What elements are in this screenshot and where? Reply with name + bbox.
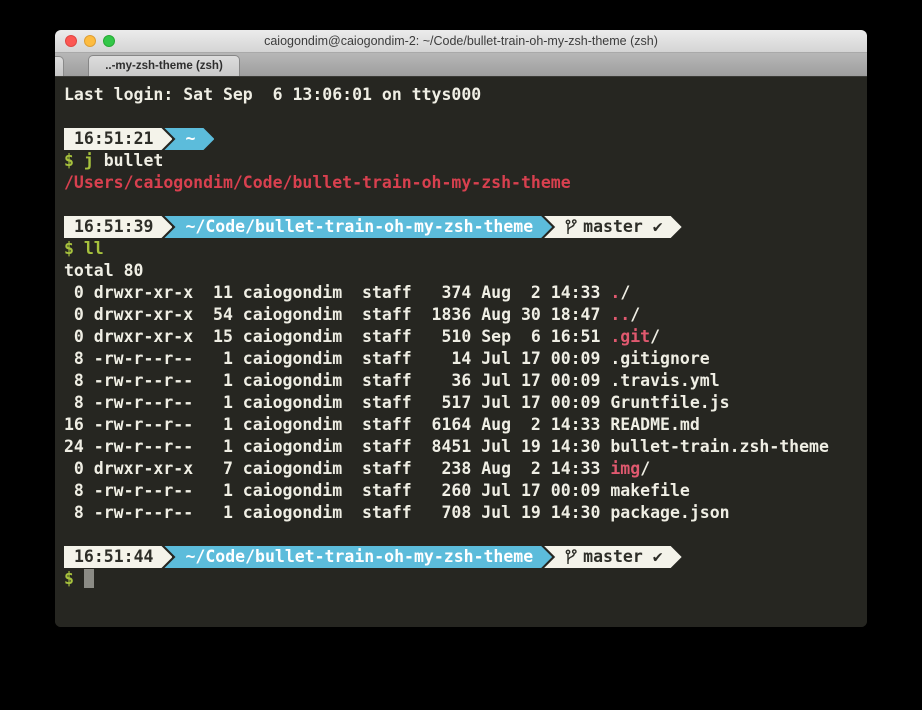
git-clean-check: ✔ [653, 217, 663, 236]
ls-row-meta: 8 -rw-r--r-- 1 caiogondim staff 517 Jul … [64, 393, 610, 412]
prompt-line: 16:51:21~ [64, 128, 867, 150]
ls-file-name: makefile [610, 481, 689, 500]
terminal-content[interactable]: Last login: Sat Sep 6 13:06:01 on ttys00… [55, 77, 867, 627]
prompt-time-segment: 16:51:44 [64, 546, 172, 568]
ls-row-meta: 8 -rw-r--r-- 1 caiogondim staff 14 Jul 1… [64, 349, 610, 368]
ls-row-meta: 0 drwxr-xr-x 15 caiogondim staff 510 Sep… [64, 327, 610, 346]
terminal-text: total 80 [64, 261, 143, 280]
ls-row-meta: 16 -rw-r--r-- 1 caiogondim staff 6164 Au… [64, 415, 610, 434]
ls-dir-indicator: / [620, 283, 630, 302]
ls-row-meta: 0 drwxr-xr-x 54 caiogondim staff 1836 Au… [64, 305, 610, 324]
command-text: ll [84, 239, 104, 258]
ls-row-meta: 8 -rw-r--r-- 1 caiogondim staff 260 Jul … [64, 481, 610, 500]
git-branch-icon [565, 219, 577, 235]
command-output-line: /Users/caiogondim/Code/bullet-train-oh-m… [64, 172, 867, 194]
ls-row-meta: 0 drwxr-xr-x 11 caiogondim staff 374 Aug… [64, 283, 610, 302]
git-branch-icon [565, 549, 577, 565]
ls-file-name: . [610, 283, 620, 302]
prompt-char: $ [64, 239, 84, 258]
blank-line [64, 524, 867, 546]
ls-row-meta: 8 -rw-r--r-- 1 caiogondim staff 36 Jul 1… [64, 371, 610, 390]
ls-row: 8 -rw-r--r-- 1 caiogondim staff 14 Jul 1… [64, 348, 867, 370]
window-title: caiogondim@caiogondim-2: ~/Code/bullet-t… [55, 34, 867, 48]
terminal-text-line: Last login: Sat Sep 6 13:06:01 on ttys00… [64, 84, 867, 106]
ls-row: 0 drwxr-xr-x 15 caiogondim staff 510 Sep… [64, 326, 867, 348]
terminal-text: Last login: Sat Sep 6 13:06:01 on ttys00… [64, 85, 481, 104]
ls-file-name: .. [610, 305, 630, 324]
prompt-time-segment: 16:51:39 [64, 216, 172, 238]
prompt-char: $ [64, 151, 84, 170]
title-bar[interactable]: caiogondim@caiogondim-2: ~/Code/bullet-t… [55, 30, 867, 53]
ls-file-name: .git [610, 327, 650, 346]
prompt-time-segment: 16:51:21 [64, 128, 172, 150]
ls-file-name: README.md [610, 415, 699, 434]
ls-row-meta: 24 -rw-r--r-- 1 caiogondim staff 8451 Ju… [64, 437, 610, 456]
terminal-cursor [84, 569, 94, 588]
ls-dir-indicator: / [650, 327, 660, 346]
ls-row: 8 -rw-r--r-- 1 caiogondim staff 708 Jul … [64, 502, 867, 524]
active-command-line: $ [64, 568, 867, 590]
zoom-button[interactable] [103, 35, 115, 47]
traffic-lights [65, 35, 115, 47]
prompt-dir-segment: ~/Code/bullet-train-oh-my-zsh-theme [164, 546, 552, 568]
close-button[interactable] [65, 35, 77, 47]
output-path-text: /Users/caiogondim/Code/bullet-train-oh-m… [64, 173, 571, 192]
blank-line [64, 194, 867, 216]
ls-row: 16 -rw-r--r-- 1 caiogondim staff 6164 Au… [64, 414, 867, 436]
git-branch-name: master [583, 217, 653, 236]
command-line: $ ll [64, 238, 867, 260]
ls-file-name: bullet-train.zsh-theme [610, 437, 829, 456]
prompt-dir-segment: ~/Code/bullet-train-oh-my-zsh-theme [164, 216, 552, 238]
ls-row: 0 drwxr-xr-x 7 caiogondim staff 238 Aug … [64, 458, 867, 480]
ls-row: 0 drwxr-xr-x 11 caiogondim staff 374 Aug… [64, 282, 867, 304]
command-args: bullet [94, 151, 164, 170]
ls-row: 8 -rw-r--r-- 1 caiogondim staff 260 Jul … [64, 480, 867, 502]
ls-file-name: .travis.yml [610, 371, 719, 390]
command-text: j [84, 151, 94, 170]
ls-dir-indicator: / [640, 459, 650, 478]
tab-zsh[interactable]: ..-my-zsh-theme (zsh) [88, 55, 240, 76]
ls-file-name: img [610, 459, 640, 478]
git-branch-name: master [583, 547, 653, 566]
ls-file-name: .gitignore [610, 349, 709, 368]
ls-dir-indicator: / [630, 305, 640, 324]
command-line: $ j bullet [64, 150, 867, 172]
tab-bar: ..-my-zsh-theme (zsh) [55, 53, 867, 77]
ls-file-name: Gruntfile.js [610, 393, 729, 412]
git-clean-check: ✔ [653, 547, 663, 566]
tab-label: ..-my-zsh-theme (zsh) [105, 60, 223, 72]
blank-line [64, 106, 867, 128]
prompt-git-segment: master ✔ [544, 546, 681, 568]
minimize-button[interactable] [84, 35, 96, 47]
tab-strip-edge [55, 56, 64, 76]
ls-row: 0 drwxr-xr-x 54 caiogondim staff 1836 Au… [64, 304, 867, 326]
prompt-line: 16:51:39~/Code/bullet-train-oh-my-zsh-th… [64, 216, 867, 238]
prompt-git-segment: master ✔ [544, 216, 681, 238]
ls-row: 8 -rw-r--r-- 1 caiogondim staff 36 Jul 1… [64, 370, 867, 392]
prompt-line: 16:51:44~/Code/bullet-train-oh-my-zsh-th… [64, 546, 867, 568]
ls-row-meta: 0 drwxr-xr-x 7 caiogondim staff 238 Aug … [64, 459, 610, 478]
ls-row-meta: 8 -rw-r--r-- 1 caiogondim staff 708 Jul … [64, 503, 610, 522]
terminal-text-line: total 80 [64, 260, 867, 282]
prompt-char: $ [64, 569, 74, 588]
ls-row: 24 -rw-r--r-- 1 caiogondim staff 8451 Ju… [64, 436, 867, 458]
ls-file-name: package.json [610, 503, 729, 522]
ls-row: 8 -rw-r--r-- 1 caiogondim staff 517 Jul … [64, 392, 867, 414]
terminal-window: caiogondim@caiogondim-2: ~/Code/bullet-t… [55, 30, 867, 627]
